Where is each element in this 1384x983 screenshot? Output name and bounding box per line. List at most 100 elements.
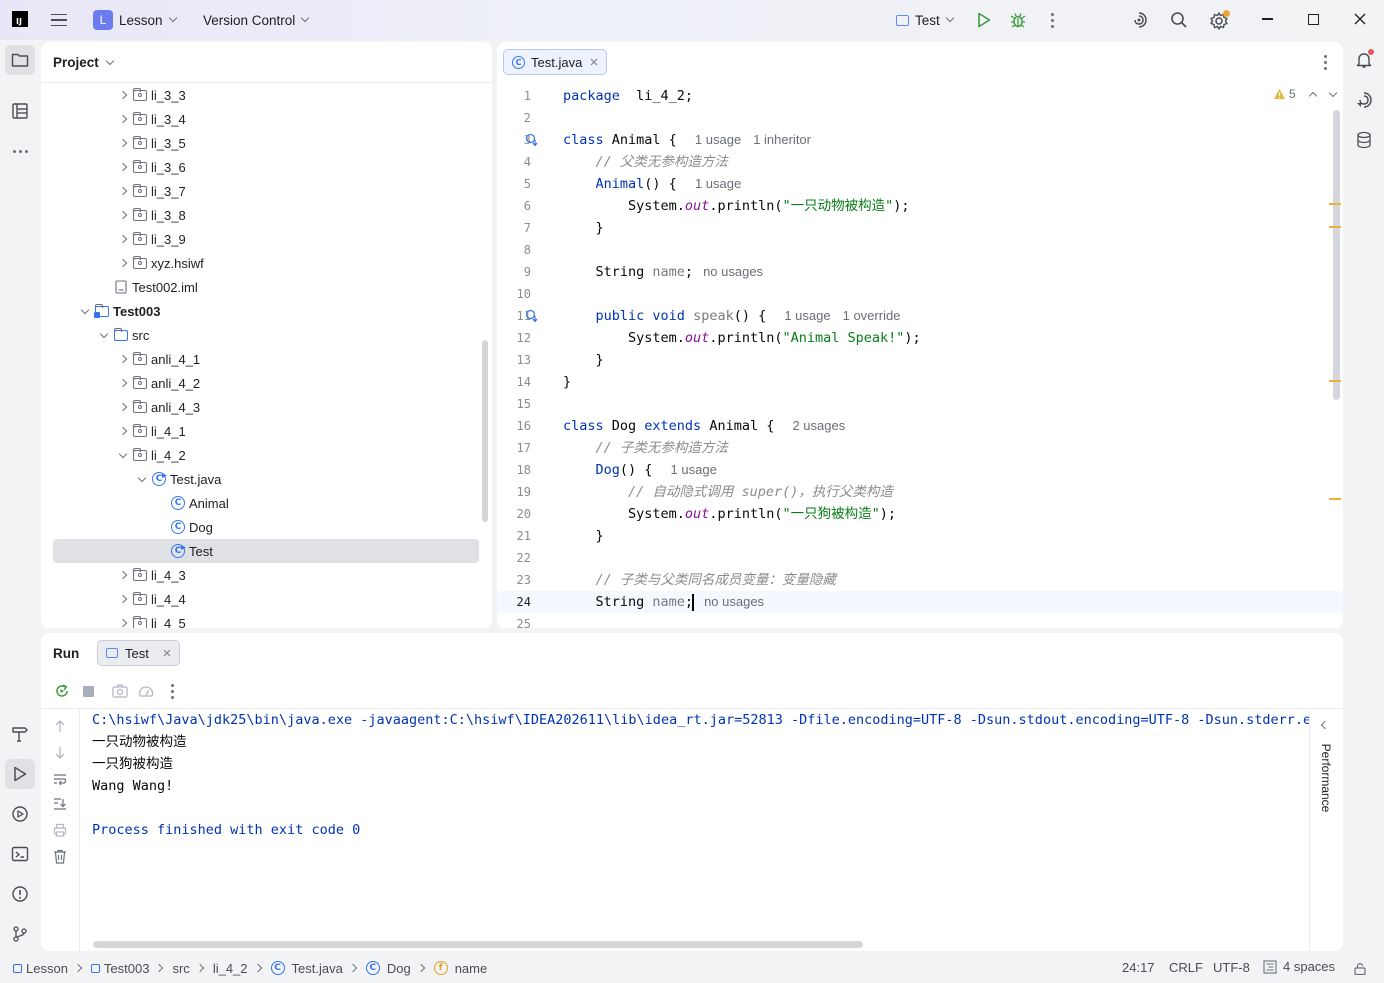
ai-chat-icon[interactable] xyxy=(1350,86,1378,114)
project-widget[interactable]: L Lesson xyxy=(93,0,177,40)
editor-options-icon[interactable] xyxy=(1319,53,1331,71)
tree-row[interactable]: li_3_8 xyxy=(41,203,481,227)
tree-row[interactable]: anli_4_1 xyxy=(41,347,481,371)
chevron-right-icon[interactable] xyxy=(118,618,128,628)
run-config-selector[interactable]: Test xyxy=(896,0,955,40)
search-icon[interactable] xyxy=(1169,10,1189,30)
chevron-right-icon[interactable] xyxy=(118,402,128,412)
warning-stripe[interactable] xyxy=(1329,203,1341,205)
inlay-hint[interactable]: 1 usage xyxy=(671,462,717,477)
database-icon[interactable] xyxy=(1350,126,1378,154)
minimize-icon[interactable] xyxy=(1258,10,1276,28)
inlay-hint[interactable]: no usages xyxy=(703,264,763,279)
inlay-hint[interactable]: 1 usage xyxy=(784,308,830,323)
chevron-right-icon[interactable] xyxy=(118,138,128,148)
inlay-hint[interactable]: 1 usage xyxy=(695,176,741,191)
tree-row[interactable]: li_3_5 xyxy=(41,131,481,155)
vcs-widget[interactable]: Version Control xyxy=(203,0,310,40)
chevron-right-icon[interactable] xyxy=(118,234,128,244)
chevron-right-icon[interactable] xyxy=(118,162,128,172)
breadcrumb-item[interactable]: f name xyxy=(433,961,487,976)
problems-tool-icon[interactable] xyxy=(5,879,35,909)
inlay-hint[interactable]: 2 usages xyxy=(792,418,845,433)
console-h-scrollbar[interactable] xyxy=(93,941,863,948)
breadcrumb-item[interactable]: src xyxy=(172,961,189,976)
tree-row[interactable]: li_4_4 xyxy=(41,587,481,611)
breadcrumb-item[interactable]: C Dog xyxy=(365,961,411,976)
tree-row[interactable]: C Animal xyxy=(41,491,481,515)
editor-tab[interactable]: C Test.java xyxy=(503,49,608,75)
build-tool-icon[interactable] xyxy=(5,719,35,749)
tree-row[interactable]: li_3_9 xyxy=(41,227,481,251)
editor-scrollbar[interactable] xyxy=(1333,110,1340,400)
tree-row[interactable]: C Test xyxy=(53,539,479,563)
maximize-icon[interactable] xyxy=(1304,10,1322,28)
tree-row[interactable]: li_4_1 xyxy=(41,419,481,443)
terminal-tool-icon[interactable] xyxy=(5,839,35,869)
tree-row[interactable]: anli_4_3 xyxy=(41,395,481,419)
chevron-right-icon[interactable] xyxy=(118,186,128,196)
tree-row[interactable]: C Test.java xyxy=(41,467,481,491)
tree-row[interactable]: li_3_6 xyxy=(41,155,481,179)
run-tab[interactable]: Test xyxy=(97,640,180,666)
tree-row[interactable]: li_4_2 xyxy=(41,443,481,467)
tree-row[interactable]: anli_4_2 xyxy=(41,371,481,395)
stop-icon[interactable] xyxy=(79,682,97,700)
breadcrumb-item[interactable]: li_4_2 xyxy=(213,961,248,976)
settings-icon[interactable] xyxy=(1208,10,1230,32)
tree-row[interactable]: Test002.iml xyxy=(41,275,481,299)
ai-assistant-icon[interactable] xyxy=(1129,10,1149,30)
file-encoding[interactable]: UTF-8 xyxy=(1213,960,1250,975)
warning-stripe[interactable] xyxy=(1329,498,1341,500)
tree-row[interactable]: xyz.hsiwf xyxy=(41,251,481,275)
chevron-down-icon[interactable] xyxy=(80,305,90,316)
profiler-icon[interactable] xyxy=(137,682,155,700)
screenshot-icon[interactable] xyxy=(111,682,129,700)
tree-row[interactable]: Test003 xyxy=(41,299,481,323)
chevron-right-icon[interactable] xyxy=(118,426,128,436)
tree-row[interactable]: li_3_3 xyxy=(41,83,481,107)
tree-row[interactable]: li_4_3 xyxy=(41,563,481,587)
tree-row[interactable]: C Dog xyxy=(41,515,481,539)
close-tab-icon[interactable] xyxy=(590,58,598,66)
chevron-right-icon[interactable] xyxy=(118,210,128,220)
tree-row[interactable]: src xyxy=(41,323,481,347)
chevron-down-icon[interactable] xyxy=(137,473,147,484)
chevron-left-icon[interactable] xyxy=(1320,720,1330,730)
chevron-down-icon[interactable] xyxy=(99,329,109,340)
warning-stripe[interactable] xyxy=(1329,226,1341,228)
run-icon[interactable] xyxy=(975,11,993,29)
chevron-right-icon[interactable] xyxy=(118,354,128,364)
chevron-right-icon[interactable] xyxy=(118,594,128,604)
main-menu-icon[interactable] xyxy=(49,10,69,30)
chevron-right-icon[interactable] xyxy=(118,114,128,124)
code-area[interactable]: 1 package li_4_2; 2 3 class Animal { 1 usage… xyxy=(497,84,1343,628)
line-separator[interactable]: CRLF xyxy=(1169,960,1203,975)
warning-stripe[interactable] xyxy=(1329,380,1341,382)
run-tool-icon[interactable] xyxy=(5,759,35,789)
tree-row[interactable]: li_3_7 xyxy=(41,179,481,203)
implemented-gutter-icon[interactable] xyxy=(525,133,539,147)
chevron-down-icon[interactable] xyxy=(118,449,128,460)
console-output[interactable]: C:\hsiwf\Java\jdk25\bin\java.exe -javaag… xyxy=(41,709,1309,937)
more-actions-icon[interactable] xyxy=(166,682,178,700)
tree-row[interactable]: li_4_5 xyxy=(41,611,481,628)
close-window-icon[interactable] xyxy=(1351,10,1369,28)
project-panel-header[interactable]: Project xyxy=(53,55,115,70)
overridden-gutter-icon[interactable] xyxy=(525,309,539,323)
git-tool-icon[interactable] xyxy=(5,919,35,949)
debug-icon[interactable] xyxy=(1009,11,1027,29)
inlay-hint[interactable]: 1 override xyxy=(843,308,901,323)
chevron-right-icon[interactable] xyxy=(118,570,128,580)
breadcrumb-item[interactable]: Test003 xyxy=(90,961,149,976)
inlay-hint[interactable]: 1 usage xyxy=(695,132,741,147)
caret-position[interactable]: 24:17 xyxy=(1122,960,1155,975)
chevron-right-icon[interactable] xyxy=(118,258,128,268)
more-actions-icon[interactable] xyxy=(1043,11,1061,29)
structure-tool-icon[interactable] xyxy=(5,96,35,126)
indent-widget[interactable]: 4 spaces xyxy=(1263,959,1335,974)
more-tools-icon[interactable] xyxy=(5,136,35,166)
breadcrumb-item[interactable]: Lesson xyxy=(13,961,68,976)
readonly-lock-icon[interactable] xyxy=(1352,960,1368,976)
project-scrollbar[interactable] xyxy=(482,340,488,522)
